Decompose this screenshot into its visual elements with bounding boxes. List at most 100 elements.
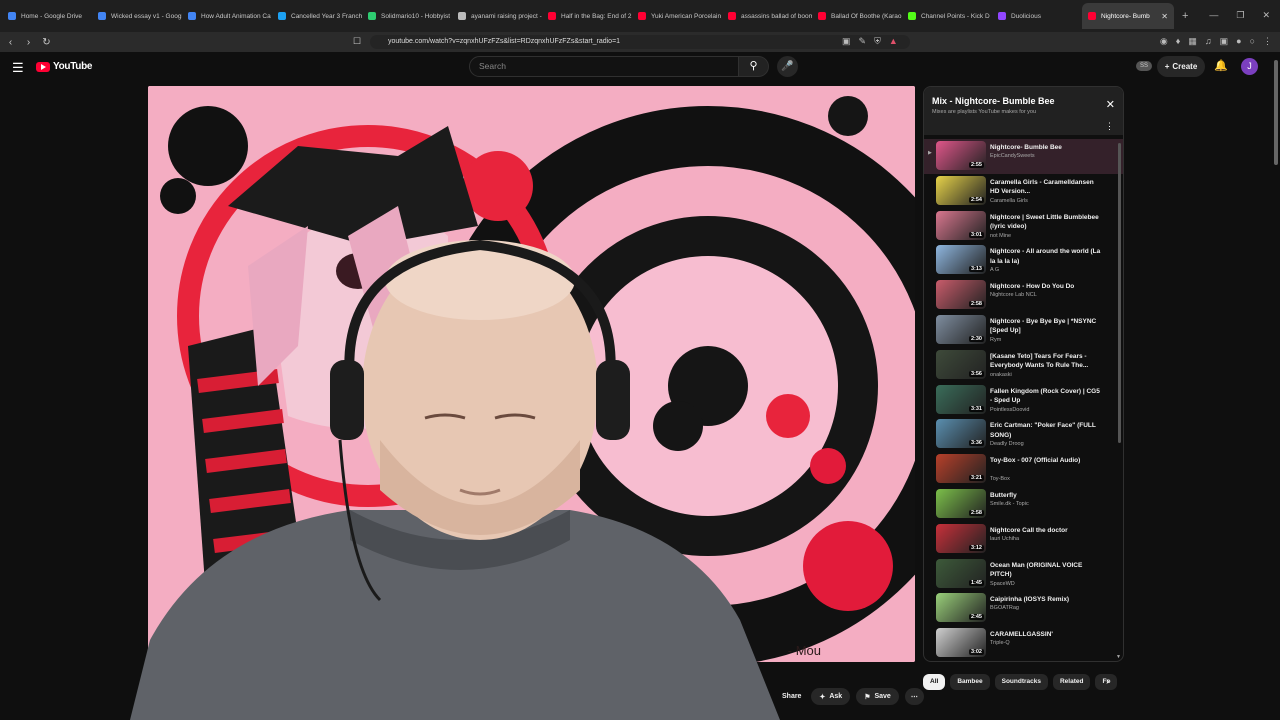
filter-chip[interactable]: Soundtracks	[994, 674, 1048, 690]
playlist-item[interactable]: ▶ 2:55 Nightcore- Bumble Bee EpicCandySweet…	[924, 139, 1123, 174]
playlist-item[interactable]: 2:30 Nightcore - Bye Bye Bye | *NSYNC [Sp…	[924, 313, 1123, 348]
extension-alert-icon[interactable]: ▲	[889, 36, 898, 47]
extension-icon[interactable]: ♦	[1176, 36, 1181, 47]
browser-tab[interactable]: Wicked essay v1 - Google	[92, 3, 182, 29]
playlist-item-title[interactable]: [Kasane Teto] Tears For Fears - Everybod…	[990, 352, 1102, 371]
close-tab-icon[interactable]: ✕	[1161, 12, 1168, 21]
playlist-scrollbar[interactable]	[1118, 143, 1121, 443]
extension-icon[interactable]: ▦	[1188, 36, 1197, 47]
video-thumbnail[interactable]: 2:55	[936, 141, 986, 170]
extension-icon[interactable]: ◉	[1160, 36, 1168, 47]
playlist-more-icon[interactable]: ⋮	[1105, 121, 1114, 132]
browser-tab[interactable]: Yuki American Porcelain	[632, 3, 722, 29]
playlist-item-title[interactable]: Fallen Kingdom (Rock Cover) | CG5 - Sped…	[990, 387, 1102, 406]
video-thumbnail[interactable]: 3:01	[936, 210, 986, 240]
hamburger-menu-icon[interactable]: ☰	[12, 60, 24, 76]
playlist-item-title[interactable]: CARAMELLGASSIN'	[990, 630, 1102, 640]
shield-icon[interactable]: ⛨	[874, 36, 881, 47]
video-thumbnail[interactable]: 2:58	[936, 280, 986, 310]
browser-tab[interactable]: ayanami raising project -	[452, 3, 542, 29]
bookmark-icon[interactable]: ☐	[353, 36, 361, 47]
playlist-item[interactable]: 2:45 Caipirinha (IOSYS Remix) BGOATRag	[924, 591, 1123, 626]
playlist-item-title[interactable]: Nightcore Call the doctor	[990, 526, 1102, 536]
url-field[interactable]: youtube.com/watch?v=zqnxhUFzFZs&list=RDz…	[370, 35, 910, 49]
playlist-item[interactable]: 2:58 Nightcore - How Do You Do Nightcore L…	[924, 278, 1123, 313]
page-scrollbar[interactable]	[1274, 60, 1278, 165]
video-thumbnail[interactable]: 2:58	[936, 488, 986, 518]
edit-icon[interactable]: ✎	[859, 36, 867, 47]
browser-tab[interactable]: Half in the Bag: End of 2	[542, 3, 632, 29]
playlist-title[interactable]: Mix - Nightcore- Bumble Bee	[932, 96, 1055, 106]
playlist-item[interactable]: 3:56 [Kasane Teto] Tears For Fears - Ever…	[924, 348, 1123, 383]
more-actions-button[interactable]: ⋯	[904, 688, 924, 705]
browser-tab[interactable]: Nightcore- Bumb ✕	[1082, 3, 1174, 29]
playlist-item[interactable]: Nightcore | Bunnyparty (Häschenparty) [l…	[924, 661, 1123, 662]
playlist-item-title[interactable]: Toy-Box - 007 (Official Audio)	[990, 456, 1102, 466]
ask-button[interactable]: ✦ Ask	[811, 688, 851, 705]
save-button[interactable]: ⚑ Save	[856, 688, 899, 705]
filter-chip[interactable]: Bambee	[950, 674, 990, 690]
cast-badge[interactable]: SS	[1136, 61, 1152, 71]
forward-icon[interactable]: ›	[21, 37, 36, 48]
browser-tab[interactable]: Duolicious	[992, 3, 1082, 29]
playlist-item[interactable]: 2:58 Butterfly Smile.dk - Topic	[924, 487, 1123, 522]
video-thumbnail[interactable]: 3:12	[936, 523, 986, 553]
video-thumbnail[interactable]: 3:36	[936, 419, 986, 449]
scroll-down-icon[interactable]: ▼	[1116, 654, 1121, 660]
search-input[interactable]: Search	[469, 56, 739, 77]
playlist-item[interactable]: 3:31 Fallen Kingdom (Rock Cover) | CG5 - …	[924, 383, 1123, 418]
playlist-item[interactable]: 3:21 Toy-Box - 007 (Official Audio) Toy-Bo…	[924, 452, 1123, 487]
browser-tab[interactable]: How Adult Animation Ca	[182, 3, 272, 29]
playlist-item[interactable]: 1:45 Ocean Man (ORIGINAL VOICE PITCH) Spac…	[924, 557, 1123, 592]
playlist-item-title[interactable]: Nightcore - Bye Bye Bye | *NSYNC [Sped U…	[990, 317, 1102, 336]
playlist-item-title[interactable]: Nightcore | Sweet Little Bumblebee (lyri…	[990, 213, 1102, 232]
video-thumbnail[interactable]: 1:45	[936, 558, 986, 588]
playlist-item[interactable]: 2:54 Caramella Girls - Caramelldansen HD …	[924, 174, 1123, 209]
create-button[interactable]: + Create	[1157, 56, 1205, 77]
chevron-right-icon[interactable]: ›	[1106, 676, 1109, 687]
minimize-icon[interactable]: —	[1209, 10, 1218, 21]
share-button[interactable]: Share	[778, 688, 805, 705]
playlist-item-title[interactable]: Butterfly	[990, 491, 1102, 501]
screen-icon[interactable]: ▣	[842, 36, 851, 47]
video-thumbnail[interactable]: 3:21	[936, 454, 986, 484]
playlist-item-title[interactable]: Ocean Man (ORIGINAL VOICE PITCH)	[990, 561, 1102, 580]
extension-icon[interactable]: ▣	[1220, 36, 1229, 47]
playlist-item[interactable]: 3:01 Nightcore | Sweet Little Bumblebee (…	[924, 209, 1123, 244]
close-window-icon[interactable]: ✕	[1262, 10, 1270, 21]
video-thumbnail[interactable]: 3:13	[936, 245, 986, 275]
playlist-item[interactable]: 3:36 Eric Cartman: "Poker Face" (FULL SON…	[924, 417, 1123, 452]
video-thumbnail[interactable]: 3:02	[936, 628, 986, 658]
back-icon[interactable]: ‹	[3, 37, 18, 48]
playlist-item-title[interactable]: Nightcore - How Do You Do	[990, 282, 1102, 292]
playlist-item-title[interactable]: Nightcore- Bumble Bee	[990, 143, 1102, 153]
filter-chip[interactable]: Related	[1052, 674, 1091, 690]
search-button[interactable]: ⚲	[738, 56, 769, 77]
notifications-bell-icon[interactable]: 🔔	[1214, 59, 1228, 72]
reload-icon[interactable]: ↻	[39, 37, 54, 48]
browser-tab[interactable]: Cancelled Year 3 Franchi	[272, 3, 362, 29]
playlist-item-title[interactable]: Caipirinha (IOSYS Remix)	[990, 595, 1102, 605]
playlist-item[interactable]: 3:12 Nightcore Call the doctor lauri Uchih…	[924, 522, 1123, 557]
playlist-item[interactable]: 3:13 Nightcore - All around the world (La…	[924, 243, 1123, 278]
playlist-item-title[interactable]: Caramella Girls - Caramelldansen HD Vers…	[990, 178, 1102, 197]
browser-tab[interactable]: Solidmario10 - Hobbyist	[362, 3, 452, 29]
menu-icon[interactable]: ⋮	[1263, 36, 1272, 47]
filter-chip[interactable]: All	[923, 674, 946, 690]
close-playlist-icon[interactable]: ✕	[1106, 98, 1115, 111]
browser-tab[interactable]: Channel Points - Kick D	[902, 3, 992, 29]
video-thumbnail[interactable]: 2:30	[936, 314, 986, 344]
avatar[interactable]: J	[1241, 58, 1258, 75]
playlist-item[interactable]: 3:02 CARAMELLGASSIN' Triple-Q	[924, 626, 1123, 661]
video-thumbnail[interactable]: 3:56	[936, 349, 986, 379]
profile-icon[interactable]: ○	[1250, 36, 1255, 47]
restore-icon[interactable]: ❐	[1236, 10, 1244, 21]
new-tab-icon[interactable]: +	[1182, 10, 1188, 22]
music-icon[interactable]: ♫	[1205, 36, 1212, 47]
video-thumbnail[interactable]: 3:31	[936, 384, 986, 414]
playlist-item-title[interactable]: Nightcore - All around the world (La la …	[990, 247, 1102, 266]
video-thumbnail[interactable]: 2:45	[936, 593, 986, 623]
video-thumbnail[interactable]: 2:54	[936, 175, 986, 205]
browser-tab[interactable]: Ballad Of Boothe (Karao	[812, 3, 902, 29]
puzzle-icon[interactable]: ●	[1236, 36, 1241, 47]
